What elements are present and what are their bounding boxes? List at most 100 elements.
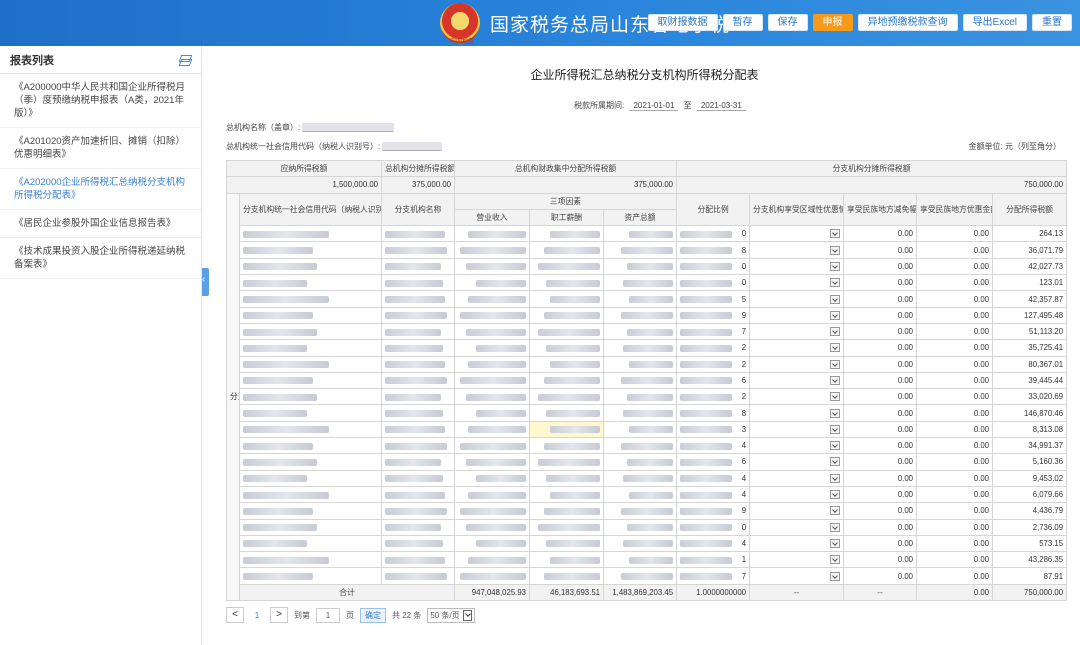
assets-cell[interactable] bbox=[602, 339, 678, 357]
assets-cell[interactable] bbox=[602, 388, 678, 406]
ethnic-reduce-cell[interactable]: 0.00 bbox=[843, 469, 918, 487]
current-page[interactable]: 1 bbox=[250, 611, 264, 620]
assets-cell[interactable] bbox=[602, 518, 678, 536]
revenue-cell[interactable] bbox=[454, 339, 530, 357]
salary-cell[interactable] bbox=[529, 518, 604, 536]
regional-preference-select[interactable] bbox=[753, 327, 841, 337]
ethnic-reduce-cell[interactable]: 0.00 bbox=[843, 453, 918, 471]
revenue-cell[interactable] bbox=[454, 355, 530, 373]
revenue-cell[interactable] bbox=[454, 322, 530, 341]
ethnic-reduce-cell[interactable]: 0.00 bbox=[843, 371, 918, 390]
ethnic-amount-cell[interactable]: 0.00 bbox=[916, 290, 994, 308]
regional-preference-select[interactable] bbox=[753, 294, 841, 304]
assets-cell[interactable] bbox=[602, 355, 678, 373]
ethnic-amount-cell[interactable]: 0.00 bbox=[916, 420, 994, 439]
assets-cell[interactable] bbox=[602, 420, 678, 439]
revenue-cell[interactable] bbox=[454, 420, 530, 439]
assets-cell[interactable] bbox=[602, 551, 678, 569]
revenue-cell[interactable] bbox=[454, 502, 530, 520]
regional-preference-select[interactable] bbox=[753, 229, 841, 239]
assets-cell[interactable] bbox=[602, 567, 678, 585]
revenue-cell[interactable] bbox=[454, 371, 530, 390]
salary-cell[interactable] bbox=[529, 437, 604, 455]
sidebar-item-4[interactable]: 《技术成果投资入股企业所得税递延纳税备案表》 bbox=[0, 238, 201, 279]
regional-preference-select[interactable] bbox=[753, 555, 841, 565]
regional-preference-select[interactable] bbox=[753, 343, 841, 353]
revenue-cell[interactable] bbox=[454, 469, 530, 487]
salary-cell[interactable] bbox=[529, 355, 604, 373]
ethnic-reduce-cell[interactable]: 0.00 bbox=[843, 485, 918, 504]
layers-icon[interactable] bbox=[179, 54, 191, 66]
salary-cell[interactable] bbox=[529, 502, 604, 520]
period-from-field[interactable]: 2021-01-01 bbox=[629, 101, 679, 111]
salary-cell[interactable] bbox=[529, 225, 604, 243]
ethnic-reduce-cell[interactable]: 0.00 bbox=[843, 322, 918, 341]
ethnic-reduce-cell[interactable]: 0.00 bbox=[843, 274, 918, 292]
ethnic-amount-cell[interactable]: 0.00 bbox=[916, 485, 994, 504]
ethnic-reduce-cell[interactable]: 0.00 bbox=[843, 241, 918, 259]
ethnic-amount-cell[interactable]: 0.00 bbox=[916, 534, 994, 553]
ethnic-reduce-cell[interactable]: 0.00 bbox=[843, 339, 918, 357]
goto-confirm-button[interactable]: 确定 bbox=[360, 607, 386, 623]
next-page-button[interactable]: > bbox=[270, 607, 288, 623]
salary-cell[interactable] bbox=[529, 290, 604, 308]
regional-preference-select[interactable] bbox=[753, 473, 841, 483]
salary-cell[interactable] bbox=[529, 388, 604, 406]
ethnic-amount-cell[interactable]: 0.00 bbox=[916, 257, 994, 276]
toolbar-button-4[interactable]: 异地预缴税款查询 bbox=[857, 14, 958, 31]
revenue-cell[interactable] bbox=[454, 437, 530, 455]
assets-cell[interactable] bbox=[602, 225, 678, 243]
ethnic-reduce-cell[interactable]: 0.00 bbox=[843, 551, 918, 569]
ethnic-amount-cell[interactable]: 0.00 bbox=[916, 306, 994, 324]
ethnic-reduce-cell[interactable]: 0.00 bbox=[843, 437, 918, 455]
salary-cell[interactable] bbox=[529, 469, 604, 487]
ethnic-amount-cell[interactable]: 0.00 bbox=[916, 322, 994, 341]
ethnic-reduce-cell[interactable]: 0.00 bbox=[843, 518, 918, 536]
assets-cell[interactable] bbox=[602, 453, 678, 471]
ethnic-reduce-cell[interactable]: 0.00 bbox=[843, 355, 918, 373]
period-to-field[interactable]: 2021-03-31 bbox=[696, 101, 746, 111]
ethnic-reduce-cell[interactable]: 0.00 bbox=[843, 420, 918, 439]
regional-preference-select[interactable] bbox=[753, 359, 841, 369]
regional-preference-select[interactable] bbox=[753, 457, 841, 467]
regional-preference-select[interactable] bbox=[753, 245, 841, 255]
salary-cell[interactable] bbox=[529, 306, 604, 324]
salary-cell[interactable] bbox=[529, 257, 604, 276]
toolbar-button-5[interactable]: 导出Excel bbox=[962, 14, 1027, 31]
page-size-select[interactable]: 50 条/页 bbox=[427, 607, 475, 623]
revenue-cell[interactable] bbox=[454, 241, 530, 259]
sidebar-collapse-handle[interactable] bbox=[202, 268, 209, 296]
assets-cell[interactable] bbox=[602, 306, 678, 324]
assets-cell[interactable] bbox=[602, 290, 678, 308]
sidebar-item-0[interactable]: 《A200000中华人民共和国企业所得税月（季）度预缴纳税申报表（A类，2021… bbox=[0, 74, 201, 128]
toolbar-button-3[interactable]: 申报 bbox=[812, 14, 853, 31]
regional-preference-select[interactable] bbox=[753, 310, 841, 320]
revenue-cell[interactable] bbox=[454, 388, 530, 406]
toolbar-button-6[interactable]: 重置 bbox=[1032, 14, 1072, 31]
ethnic-reduce-cell[interactable]: 0.00 bbox=[843, 502, 918, 520]
assets-cell[interactable] bbox=[602, 322, 678, 341]
prev-page-button[interactable]: < bbox=[226, 607, 244, 623]
toolbar-button-1[interactable]: 暂存 bbox=[722, 14, 763, 31]
regional-preference-select[interactable] bbox=[753, 538, 841, 548]
ethnic-amount-cell[interactable]: 0.00 bbox=[916, 225, 994, 243]
ethnic-reduce-cell[interactable]: 0.00 bbox=[843, 306, 918, 324]
revenue-cell[interactable] bbox=[454, 485, 530, 504]
revenue-cell[interactable] bbox=[454, 306, 530, 324]
assets-cell[interactable] bbox=[602, 534, 678, 553]
toolbar-button-2[interactable]: 保存 bbox=[767, 14, 808, 31]
salary-cell[interactable] bbox=[529, 371, 604, 390]
assets-cell[interactable] bbox=[602, 274, 678, 292]
salary-cell[interactable] bbox=[529, 322, 604, 341]
ethnic-amount-cell[interactable]: 0.00 bbox=[916, 502, 994, 520]
ethnic-reduce-cell[interactable]: 0.00 bbox=[843, 225, 918, 243]
ethnic-amount-cell[interactable]: 0.00 bbox=[916, 518, 994, 536]
salary-cell[interactable] bbox=[529, 567, 604, 585]
sidebar-item-1[interactable]: 《A201020资产加速折旧、摊销（扣除）优惠明细表》 bbox=[0, 128, 201, 169]
regional-preference-select[interactable] bbox=[753, 408, 841, 418]
ethnic-amount-cell[interactable]: 0.00 bbox=[916, 241, 994, 259]
ethnic-amount-cell[interactable]: 0.00 bbox=[916, 355, 994, 373]
ethnic-reduce-cell[interactable]: 0.00 bbox=[843, 567, 918, 585]
ethnic-reduce-cell[interactable]: 0.00 bbox=[843, 404, 918, 422]
revenue-cell[interactable] bbox=[454, 290, 530, 308]
